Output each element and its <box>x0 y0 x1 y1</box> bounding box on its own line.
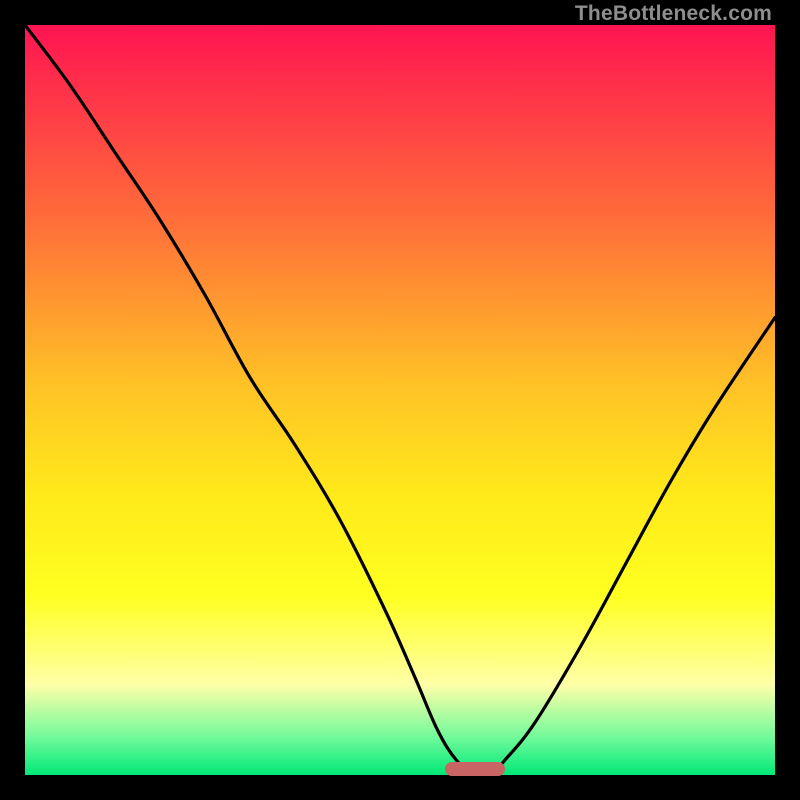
outer-frame: TheBottleneck.com <box>0 0 800 800</box>
plot-area <box>25 25 775 775</box>
bottleneck-curve <box>25 25 775 775</box>
watermark-text: TheBottleneck.com <box>575 2 772 26</box>
optimal-marker <box>445 762 505 776</box>
